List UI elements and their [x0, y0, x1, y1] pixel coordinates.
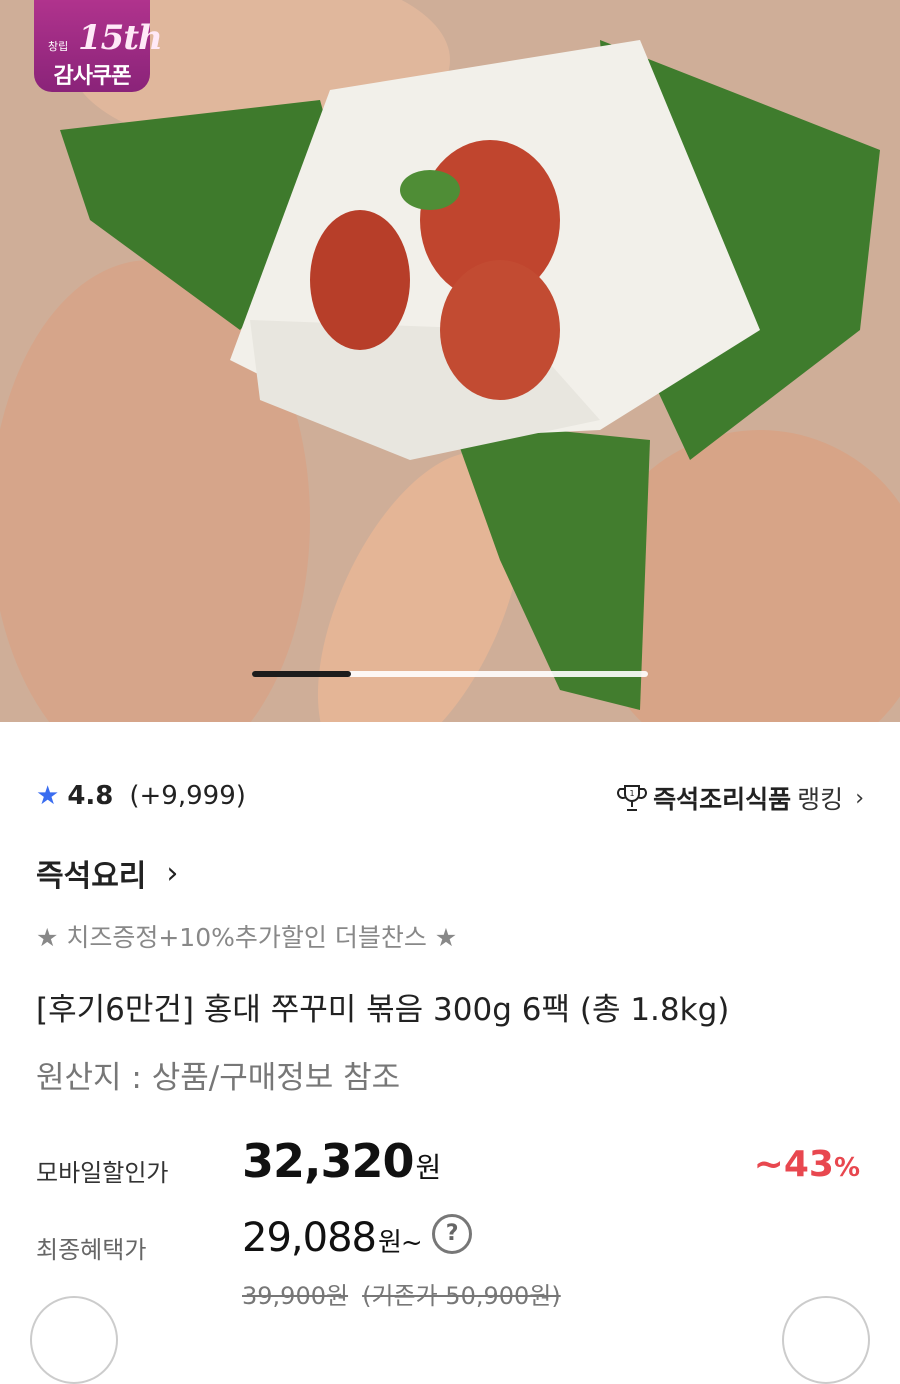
svg-text:1: 1: [630, 789, 635, 798]
badge-number: 15th: [78, 18, 163, 58]
discount-rate: ~43%: [754, 1144, 860, 1185]
final-price-value: 29,088: [242, 1215, 377, 1261]
brand-name: 즉석요리: [36, 859, 147, 894]
previous-price: (기존가 50,900원): [362, 1282, 561, 1310]
carousel-progress: [252, 671, 648, 677]
original-price-row: 39,900원 (기존가 50,900원): [242, 1276, 575, 1311]
carousel-progress-fill: [252, 671, 351, 677]
mobile-price-label: 모바일할인가: [36, 1159, 169, 1187]
mobile-price-value: 32,320: [242, 1134, 415, 1188]
chevron-right-icon: ›: [855, 785, 864, 811]
star-icon: ★: [36, 781, 60, 811]
review-count: (+9,999): [129, 781, 246, 811]
discount-value: ~43: [753, 1144, 834, 1185]
trophy-icon: 1: [617, 785, 648, 811]
promo-text: ★ 치즈증정+10%추가할인 더블찬스 ★: [36, 923, 458, 952]
final-price: 29,088원~?: [242, 1214, 472, 1261]
origin-info: 원산지 : 상품/구매정보 참조: [36, 1060, 401, 1096]
original-price: 39,900원: [242, 1282, 349, 1310]
product-image-carousel[interactable]: 창립 15th 감사쿠폰: [0, 0, 900, 722]
ranking-category: 즉석조리식품: [653, 785, 792, 814]
ranking-label: 랭킹: [797, 785, 844, 814]
category-ranking-link[interactable]: 1 즉석조리식품 랭킹 ›: [617, 778, 864, 818]
mobile-price: 32,320원: [242, 1134, 442, 1188]
badge-small-text: 창립: [48, 40, 69, 53]
help-icon[interactable]: ?: [431, 1214, 472, 1254]
final-price-label: 최종혜택가: [36, 1236, 147, 1264]
rating-score: 4.8: [67, 781, 114, 811]
floating-left-button[interactable]: [30, 1296, 118, 1384]
discount-percent-sign: %: [833, 1153, 860, 1183]
anniversary-coupon-badge[interactable]: 창립 15th 감사쿠폰: [34, 0, 163, 92]
currency-unit: 원: [415, 1151, 442, 1184]
chevron-right-icon: ›: [166, 855, 179, 891]
brand-link[interactable]: 즉석요리 ›: [36, 850, 864, 896]
product-photo: [0, 0, 900, 722]
floating-right-button[interactable]: [782, 1296, 870, 1384]
badge-label: 감사쿠폰: [53, 64, 132, 89]
product-title: [후기6만건] 홍대 쭈꾸미 볶음 300g 6팩 (총 1.8kg): [36, 992, 730, 1028]
final-price-suffix: 원~: [377, 1228, 423, 1258]
